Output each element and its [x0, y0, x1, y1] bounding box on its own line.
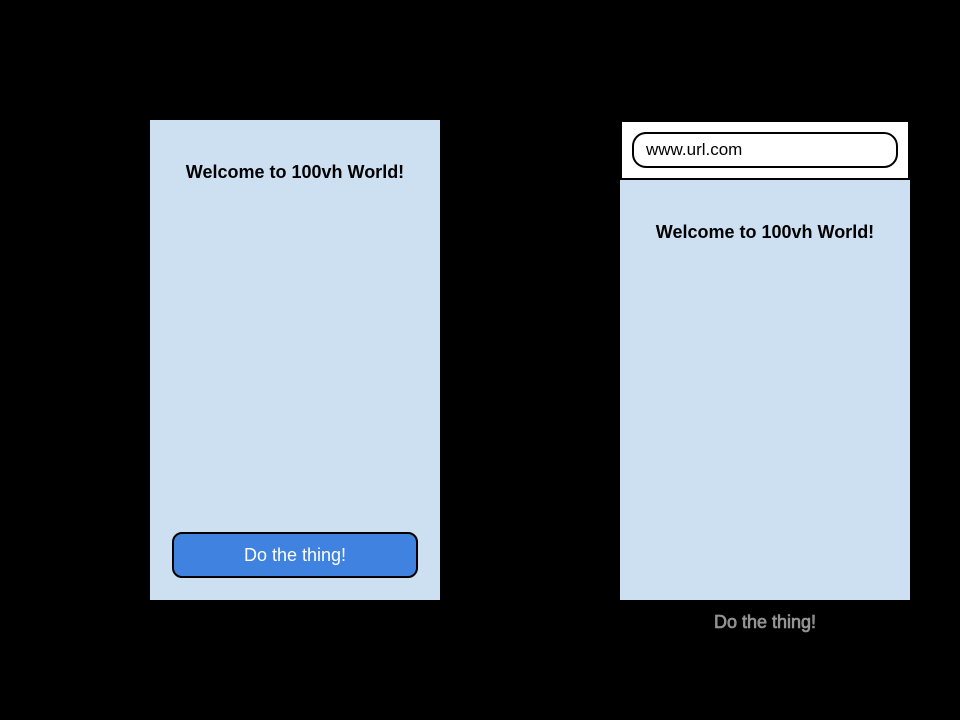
cta-button-overflow-label: Do the thing!: [662, 612, 868, 633]
cta-button-label-left: Do the thing!: [244, 545, 346, 566]
url-text: www.url.com: [646, 140, 742, 159]
browser-chrome: www.url.com: [620, 120, 910, 180]
page-heading-left: Welcome to 100vh World!: [150, 120, 440, 183]
phone-mockup-left: Welcome to 100vh World! Do the thing!: [150, 120, 440, 600]
url-bar[interactable]: www.url.com: [632, 132, 898, 168]
cta-button-left[interactable]: Do the thing!: [172, 532, 418, 578]
page-content-right: Welcome to 100vh World!: [620, 180, 910, 660]
phone-mockup-right: www.url.com Welcome to 100vh World!: [620, 120, 910, 600]
page-content-left: Welcome to 100vh World! Do the thing!: [150, 120, 440, 600]
page-heading-right: Welcome to 100vh World!: [620, 180, 910, 243]
